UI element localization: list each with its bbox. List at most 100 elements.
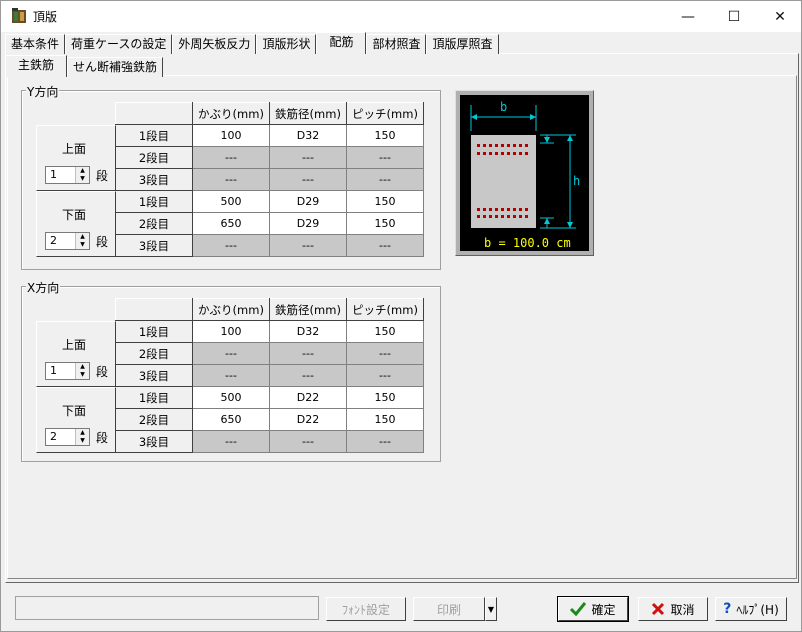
spinner-arrows-icon[interactable]: ▲ ▼	[75, 429, 89, 445]
table-row: 3段目 --- --- ---	[115, 234, 424, 257]
tab-kihon-joken[interactable]: 基本条件	[5, 34, 66, 54]
tab-reinforcement[interactable]: 配筋	[316, 32, 367, 54]
table-row: 2段目 650 D22 150	[115, 408, 424, 431]
cover-cell[interactable]: 100	[192, 320, 270, 343]
header-cover: かぶり(mm)	[192, 102, 270, 125]
table-row: 1段目 100 D32 150	[115, 124, 424, 147]
table-row: 2段目 --- --- ---	[115, 342, 424, 365]
cover-cell: ---	[192, 430, 270, 453]
tab-main-rebar[interactable]: 主鉄筋	[5, 55, 68, 77]
header-pitch: ピッチ(mm)	[346, 298, 424, 321]
print-dropdown-button[interactable]: ▼	[485, 597, 497, 621]
header-cover: かぶり(mm)	[192, 298, 270, 321]
row-label: 1段目	[115, 190, 193, 213]
bottom-face-label: 下面	[62, 208, 87, 222]
tab-load-case[interactable]: 荷重ケースの設定	[65, 34, 173, 54]
diameter-cell: ---	[269, 146, 347, 169]
pitch-cell[interactable]: 150	[346, 320, 424, 343]
diameter-cell: ---	[269, 234, 347, 257]
x-top-face-box: 上面 1 ▲ ▼ 段	[36, 321, 116, 387]
close-icon: ✕	[774, 8, 786, 25]
top-face-label: 上面	[62, 142, 87, 156]
minimize-button[interactable]: —	[665, 1, 711, 32]
help-button[interactable]: ? ﾍﾙﾌﾟ(H)	[715, 597, 787, 621]
tab-sheet-pile-reaction[interactable]: 外周矢板反力	[172, 34, 257, 54]
cover-cell[interactable]: 100	[192, 124, 270, 147]
spinner-value: 1	[50, 168, 57, 181]
pitch-cell[interactable]: 150	[346, 124, 424, 147]
dim-h-label: h	[573, 174, 580, 188]
diameter-cell[interactable]: D29	[269, 212, 347, 235]
spinner-arrows-icon[interactable]: ▲ ▼	[75, 167, 89, 183]
print-button[interactable]: 印刷	[413, 597, 485, 621]
dim-b-label: b	[500, 100, 507, 114]
layer-unit-label: 段	[96, 169, 109, 183]
row-label: 1段目	[115, 320, 193, 343]
diameter-cell[interactable]: D32	[269, 320, 347, 343]
spinner-arrows-icon[interactable]: ▲ ▼	[75, 233, 89, 249]
table-row: 3段目 --- --- ---	[115, 168, 424, 191]
pitch-cell[interactable]: 150	[346, 386, 424, 409]
pitch-cell[interactable]: 150	[346, 212, 424, 235]
pitch-cell[interactable]: 150	[346, 190, 424, 213]
y-direction-table: かぶり(mm) 鉄筋径(mm) ピッチ(mm) 1段目 100 D32 150 …	[115, 102, 424, 257]
ok-button[interactable]: 確定	[557, 596, 629, 622]
header-bar-diameter: 鉄筋径(mm)	[269, 102, 347, 125]
width-caption: b = 100.0 cm	[484, 236, 571, 250]
table-row: 2段目 650 D29 150	[115, 212, 424, 235]
cover-cell: ---	[192, 168, 270, 191]
row-label: 3段目	[115, 234, 193, 257]
y-bottom-face-box: 下面 2 ▲ ▼ 段	[36, 191, 116, 257]
diameter-cell[interactable]: D22	[269, 408, 347, 431]
maximize-button[interactable]: ☐	[711, 1, 757, 32]
cancel-label: 取消	[670, 602, 695, 617]
pitch-cell: ---	[346, 430, 424, 453]
x-direction-title: X方向	[26, 279, 61, 296]
cancel-button[interactable]: 取消	[638, 597, 708, 621]
font-settings-button[interactable]: ﾌｫﾝﾄ設定	[326, 597, 406, 621]
tab-thickness-check[interactable]: 頂版厚照査	[426, 34, 499, 54]
bottom-face-label: 下面	[62, 404, 87, 418]
diameter-cell[interactable]: D29	[269, 190, 347, 213]
row-label: 3段目	[115, 168, 193, 191]
window-title: 頂版	[33, 10, 58, 24]
spinner-value: 2	[50, 430, 57, 443]
x-top-layer-count-spinner[interactable]: 1 ▲ ▼	[45, 362, 90, 380]
header-blank	[115, 298, 193, 321]
row-label: 2段目	[115, 342, 193, 365]
row-label: 3段目	[115, 430, 193, 453]
cover-cell[interactable]: 500	[192, 190, 270, 213]
header-pitch: ピッチ(mm)	[346, 102, 424, 125]
cross-icon	[652, 602, 665, 616]
tab-member-check[interactable]: 部材照査	[366, 34, 427, 54]
y-direction-title: Y方向	[26, 83, 60, 100]
cover-cell[interactable]: 650	[192, 212, 270, 235]
tab-slab-shape[interactable]: 頂版形状	[256, 34, 317, 54]
spinner-arrows-icon[interactable]: ▲ ▼	[75, 363, 89, 379]
x-bottom-face-box: 下面 2 ▲ ▼ 段	[36, 387, 116, 453]
check-icon	[570, 602, 587, 616]
title-bar: 頂版 — ☐ ✕	[1, 1, 801, 32]
pitch-cell: ---	[346, 146, 424, 169]
table-row: 3段目 --- --- ---	[115, 364, 424, 387]
diameter-cell[interactable]: D22	[269, 386, 347, 409]
pitch-cell[interactable]: 150	[346, 408, 424, 431]
cover-cell[interactable]: 650	[192, 408, 270, 431]
diameter-cell: ---	[269, 168, 347, 191]
main-tabs: 基本条件 荷重ケースの設定 外周矢板反力 頂版形状 配筋 部材照査 頂版厚照査	[5, 32, 499, 54]
tab-shear-rebar[interactable]: せん断補強鉄筋	[67, 57, 164, 77]
sub-tabs: 主鉄筋 せん断補強鉄筋	[5, 55, 164, 77]
layer-unit-label: 段	[96, 365, 109, 379]
pitch-cell: ---	[346, 168, 424, 191]
y-bottom-layer-count-spinner[interactable]: 2 ▲ ▼	[45, 232, 90, 250]
spinner-value: 1	[50, 364, 57, 377]
y-top-layer-count-spinner[interactable]: 1 ▲ ▼	[45, 166, 90, 184]
print-label: 印刷	[436, 602, 461, 617]
cover-cell[interactable]: 500	[192, 386, 270, 409]
header-blank	[115, 102, 193, 125]
table-row: 1段目 500 D22 150	[115, 386, 424, 409]
close-button[interactable]: ✕	[757, 1, 802, 32]
section-diagram-svg: b h b = 100.0 cm	[460, 95, 589, 251]
diameter-cell[interactable]: D32	[269, 124, 347, 147]
x-bottom-layer-count-spinner[interactable]: 2 ▲ ▼	[45, 428, 90, 446]
